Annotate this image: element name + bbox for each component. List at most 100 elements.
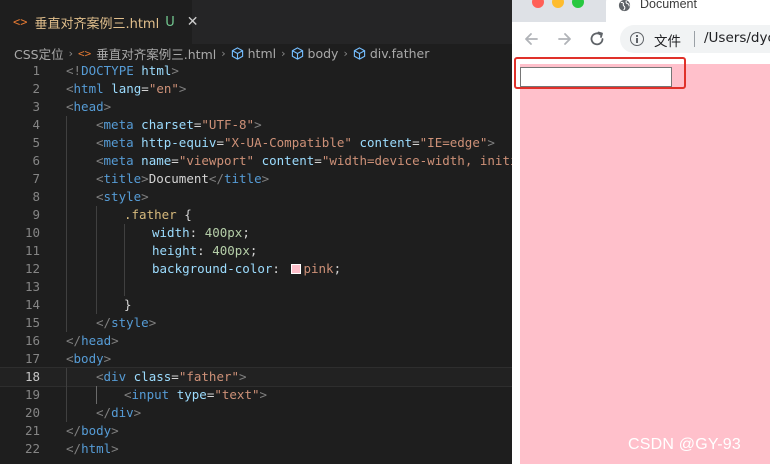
line-number: 20 [24,405,40,420]
line-number: 8 [32,189,40,204]
address-divider [694,31,695,47]
indent-guide [66,404,67,422]
code-editor: <> 垂直对齐案例三.html U ✕ CSS定位 › <> 垂直对齐案例三.h… [0,0,512,464]
back-arrow-icon[interactable] [522,30,540,48]
watermark: CSDN @GY-93 [628,436,741,453]
chevron-right-icon: › [221,46,226,60]
editor-tab-active[interactable]: <> 垂直对齐案例三.html U ✕ [0,0,198,44]
git-untracked-badge: U [165,14,175,30]
line-number: 5 [32,135,40,150]
code-line: 15 </style> [0,314,512,332]
indent-guide [66,386,67,404]
browser-toolbar: 文件 /Users/dyc/ [512,22,770,56]
indent-guide [96,206,97,224]
code-line: 5 <meta http-equiv="X-UA-Compatible" cont… [0,134,512,152]
page-viewport [512,56,770,464]
line-number: 6 [32,153,40,168]
code-line: 3 <head> [0,98,512,116]
line-number: 2 [32,81,40,96]
breadcrumb: CSS定位 › <> 垂直对齐案例三.html › html › body › … [0,44,512,62]
indent-guide [96,296,97,314]
indent-guide [96,278,97,296]
indent-guide [66,188,67,206]
line-number: 22 [24,441,40,456]
code-line: 8 <style> [0,188,512,206]
indent-guide [66,152,67,170]
code-area[interactable]: 1 <!DOCTYPE html> 2 <html lang="en"> 3 <hea… [0,62,512,458]
address-bar[interactable]: 文件 /Users/dyc/ [620,25,770,53]
close-icon[interactable]: ✕ [187,14,199,30]
code-line: 12 background-color: pink; [0,260,512,278]
indent-guide [124,224,125,242]
browser-tab[interactable]: Document [606,0,770,22]
minimize-window-button[interactable] [552,0,564,8]
highlight-annotation-box [514,57,686,89]
indent-guide [66,134,67,152]
line-number: 19 [24,387,40,402]
zoom-window-button[interactable] [572,0,584,8]
line-number: 17 [24,351,40,366]
line-number: 13 [24,279,40,294]
code-line: 14} [0,296,512,314]
code-line: 7 <title>Document</title> [0,170,512,188]
indent-guide [66,170,67,188]
address-path: /Users/dyc/ [704,30,770,46]
editor-tab-bar: <> 垂直对齐案例三.html U ✕ [0,0,512,44]
symbol-cube-icon [231,46,243,60]
code-line: 17 <body> [0,350,512,368]
line-number: 10 [24,225,40,240]
code-line-current: 18 <div class="father"> [0,367,512,387]
indent-guide [66,206,67,224]
symbol-cube-icon [353,46,366,60]
breadcrumb-file[interactable]: 垂直对齐案例三.html [96,44,216,62]
line-number: 18 [24,369,40,384]
info-icon[interactable] [630,32,644,46]
forward-arrow-icon[interactable] [556,30,574,48]
chevron-right-icon: › [281,46,286,60]
line-number: 15 [24,315,40,330]
indent-guide [66,278,67,296]
line-number: 4 [32,117,40,132]
indent-guide [96,260,97,278]
indent-guide [124,242,125,260]
code-line: 11 height: 400px; [0,242,512,260]
father-div [520,64,770,464]
html-file-icon: <> [78,46,92,60]
line-number: 16 [24,333,40,348]
code-line: 2 <html lang="en"> [0,80,512,98]
indent-guide [124,260,125,278]
symbol-cube-icon [291,46,303,60]
indent-guide [96,224,97,242]
code-line: 13 [0,278,512,296]
tab-filename: 垂直对齐案例三.html [34,16,160,32]
indent-guide [66,242,67,260]
indent-guide [66,368,67,386]
line-number: 9 [32,207,40,222]
line-number: 7 [32,171,40,186]
breadcrumb-symbol-body[interactable]: body [308,46,339,61]
html-file-icon: <> [13,15,28,29]
indent-guide [66,224,67,242]
browser-tab-title: Document [640,0,697,11]
indent-guide [66,296,67,314]
code-line: 22 </html> [0,440,512,458]
color-swatch[interactable] [291,264,302,274]
breadcrumb-folder[interactable]: CSS定位 [14,44,64,62]
code-line: 20 </div> [0,404,512,422]
line-number: 12 [24,261,40,276]
line-number: 11 [24,243,40,258]
breadcrumb-symbol-div-father[interactable]: div.father [370,46,430,61]
indent-guide-active [96,386,97,404]
code-line: 19 <input type="text"> [0,386,512,404]
line-number: 21 [24,423,40,438]
chevron-right-icon: › [343,46,348,60]
reload-icon[interactable] [588,30,606,48]
indent-guide [96,242,97,260]
code-line: 21 </body> [0,422,512,440]
code-line: 6 <meta name="viewport" content="width=de… [0,152,512,170]
indent-guide [66,116,67,134]
line-number: 3 [32,99,40,114]
close-window-button[interactable] [532,0,544,8]
breadcrumb-symbol-html[interactable]: html [248,46,276,61]
address-scheme-label: 文件 [654,34,681,50]
